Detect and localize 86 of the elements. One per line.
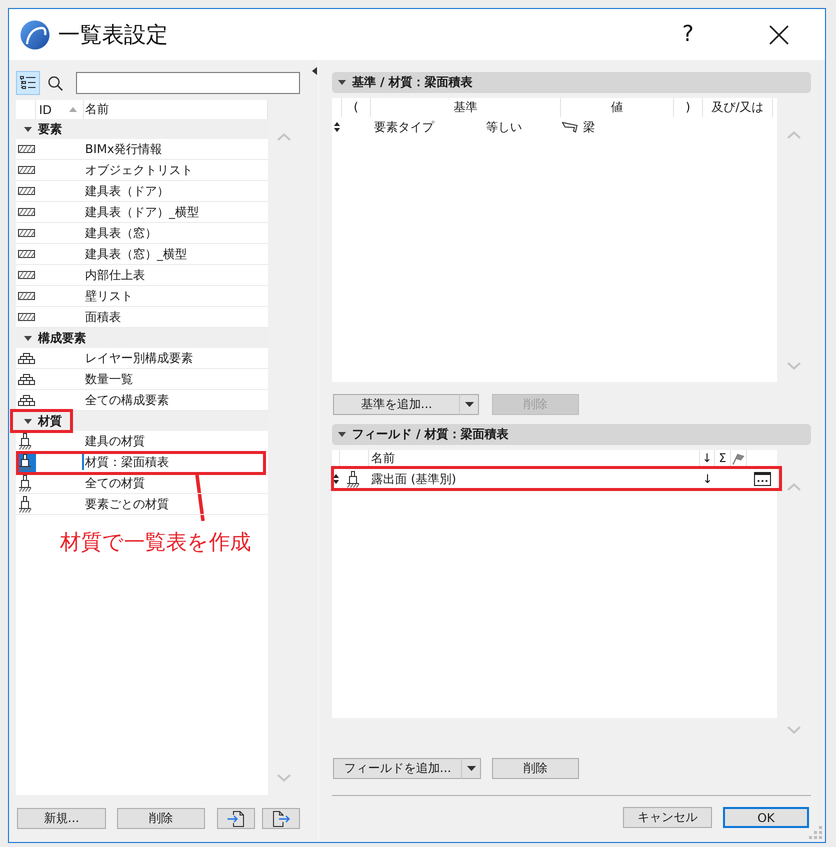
table-cell-text: 露出面 (基準別) — [370, 470, 458, 488]
hatch-icon — [18, 229, 35, 237]
import-icon — [227, 810, 245, 826]
group-header[interactable]: 構成要素 — [16, 328, 268, 348]
list-item[interactable]: レイヤー別構成要素 — [16, 348, 268, 369]
section-header[interactable]: フィールド / 材質：梁面積表 — [332, 424, 811, 445]
delete-button[interactable]: 削除 — [117, 808, 205, 829]
beam-icon — [562, 121, 578, 133]
group-header[interactable]: 要素 — [16, 119, 268, 139]
list-item[interactable]: オブジェクトリスト — [16, 160, 268, 181]
column-header: 基準 — [371, 98, 561, 117]
export-button[interactable] — [262, 808, 300, 829]
column-header: Σ — [715, 450, 731, 467]
table-cell-text: 要素タイプ — [373, 118, 436, 136]
expand-triangle-icon[interactable] — [338, 432, 346, 437]
column-header: ) — [674, 98, 703, 117]
hatch-icon — [18, 292, 35, 300]
sort-arrows-icon[interactable] — [334, 122, 340, 132]
column-header: 名前 — [369, 450, 700, 467]
list-item[interactable]: 内部仕上表 — [16, 265, 268, 286]
hatch-icon — [18, 208, 35, 216]
sort-arrows-icon[interactable] — [333, 474, 339, 484]
expand-triangle-icon[interactable] — [24, 126, 32, 132]
help-button[interactable]: ? — [674, 18, 702, 50]
brush-icon — [346, 470, 360, 488]
brick-stack-icon — [18, 394, 35, 406]
dropdown-button[interactable] — [459, 394, 479, 415]
expand-triangle-icon[interactable] — [24, 336, 32, 340]
list-item[interactable]: 建具表（ドア）_横型 — [16, 202, 268, 223]
hatch-icon — [18, 187, 35, 195]
resize-grip-icon[interactable] — [809, 826, 823, 840]
list-item[interactable]: 材質：梁面積表 — [16, 452, 268, 473]
group-header[interactable]: 材質 — [16, 411, 268, 431]
hatch-icon — [18, 250, 35, 258]
callout-text: 材質で一覧表を作成 — [59, 530, 252, 554]
tree-view-button[interactable] — [16, 71, 40, 95]
search-field[interactable] — [76, 72, 300, 94]
list-item[interactable]: 数量一覧 — [16, 369, 268, 390]
column-header: ↓ — [700, 450, 715, 467]
list-item[interactable]: 建具表（窓） — [16, 223, 268, 244]
ok-button[interactable]: OK — [723, 807, 809, 828]
column-header: 値 — [561, 98, 674, 117]
cancel-button[interactable]: キャンセル — [623, 807, 712, 828]
brick-stack-icon — [18, 352, 35, 364]
callout-line — [195, 475, 205, 521]
column-header: 及び/又は — [703, 98, 773, 117]
brush-icon — [18, 474, 32, 492]
list-item[interactable]: 全ての材質 — [16, 473, 268, 494]
expand-triangle-icon[interactable] — [24, 418, 32, 424]
list-item[interactable]: BIMx発行情報 — [16, 139, 268, 160]
collapse-arrow-icon[interactable] — [312, 67, 317, 75]
brush-icon — [18, 432, 32, 450]
app-icon — [20, 20, 50, 50]
search-icon[interactable] — [48, 76, 63, 90]
dropdown-button[interactable] — [461, 758, 481, 779]
hatch-icon — [18, 271, 35, 279]
brick-stack-icon — [18, 374, 35, 384]
section-header[interactable]: 基準 / 材質：梁面積表 — [332, 72, 811, 93]
list-item[interactable]: 建具表（窓）_横型 — [16, 244, 268, 265]
add-field-button[interactable]: フィールドを追加... — [333, 758, 461, 779]
list-item[interactable]: 壁リスト — [16, 286, 268, 307]
tree-list-icon — [20, 76, 36, 90]
new-button[interactable]: 新規... — [17, 808, 106, 829]
list-item[interactable]: 建具表（ドア） — [16, 181, 268, 202]
delete-button[interactable]: 削除 — [492, 758, 579, 779]
hatch-icon — [18, 313, 35, 321]
add-criterion-button[interactable]: 基準を追加... — [333, 394, 459, 415]
caret-icon — [464, 402, 474, 407]
more-options-icon[interactable] — [754, 472, 770, 486]
window-title: 一覧表設定 — [58, 22, 168, 50]
import-button[interactable] — [217, 808, 255, 829]
caret-icon — [466, 766, 476, 771]
hatch-icon — [18, 166, 35, 174]
table-cell: 梁 — [583, 118, 595, 136]
table-cell-text: 等しい — [485, 118, 523, 136]
hatch-icon — [18, 145, 35, 153]
list-item[interactable]: 要素ごとの材質 — [16, 494, 268, 515]
export-icon — [272, 810, 290, 826]
expand-triangle-icon[interactable] — [338, 80, 346, 85]
table-cell-text: ↓ — [701, 472, 714, 486]
list-item[interactable]: 建具の材質 — [16, 431, 268, 452]
brush-icon — [18, 454, 32, 470]
brush-icon — [18, 496, 32, 512]
column-header: ( — [342, 98, 371, 117]
flag-icon — [732, 452, 745, 464]
close-icon — [769, 24, 789, 44]
